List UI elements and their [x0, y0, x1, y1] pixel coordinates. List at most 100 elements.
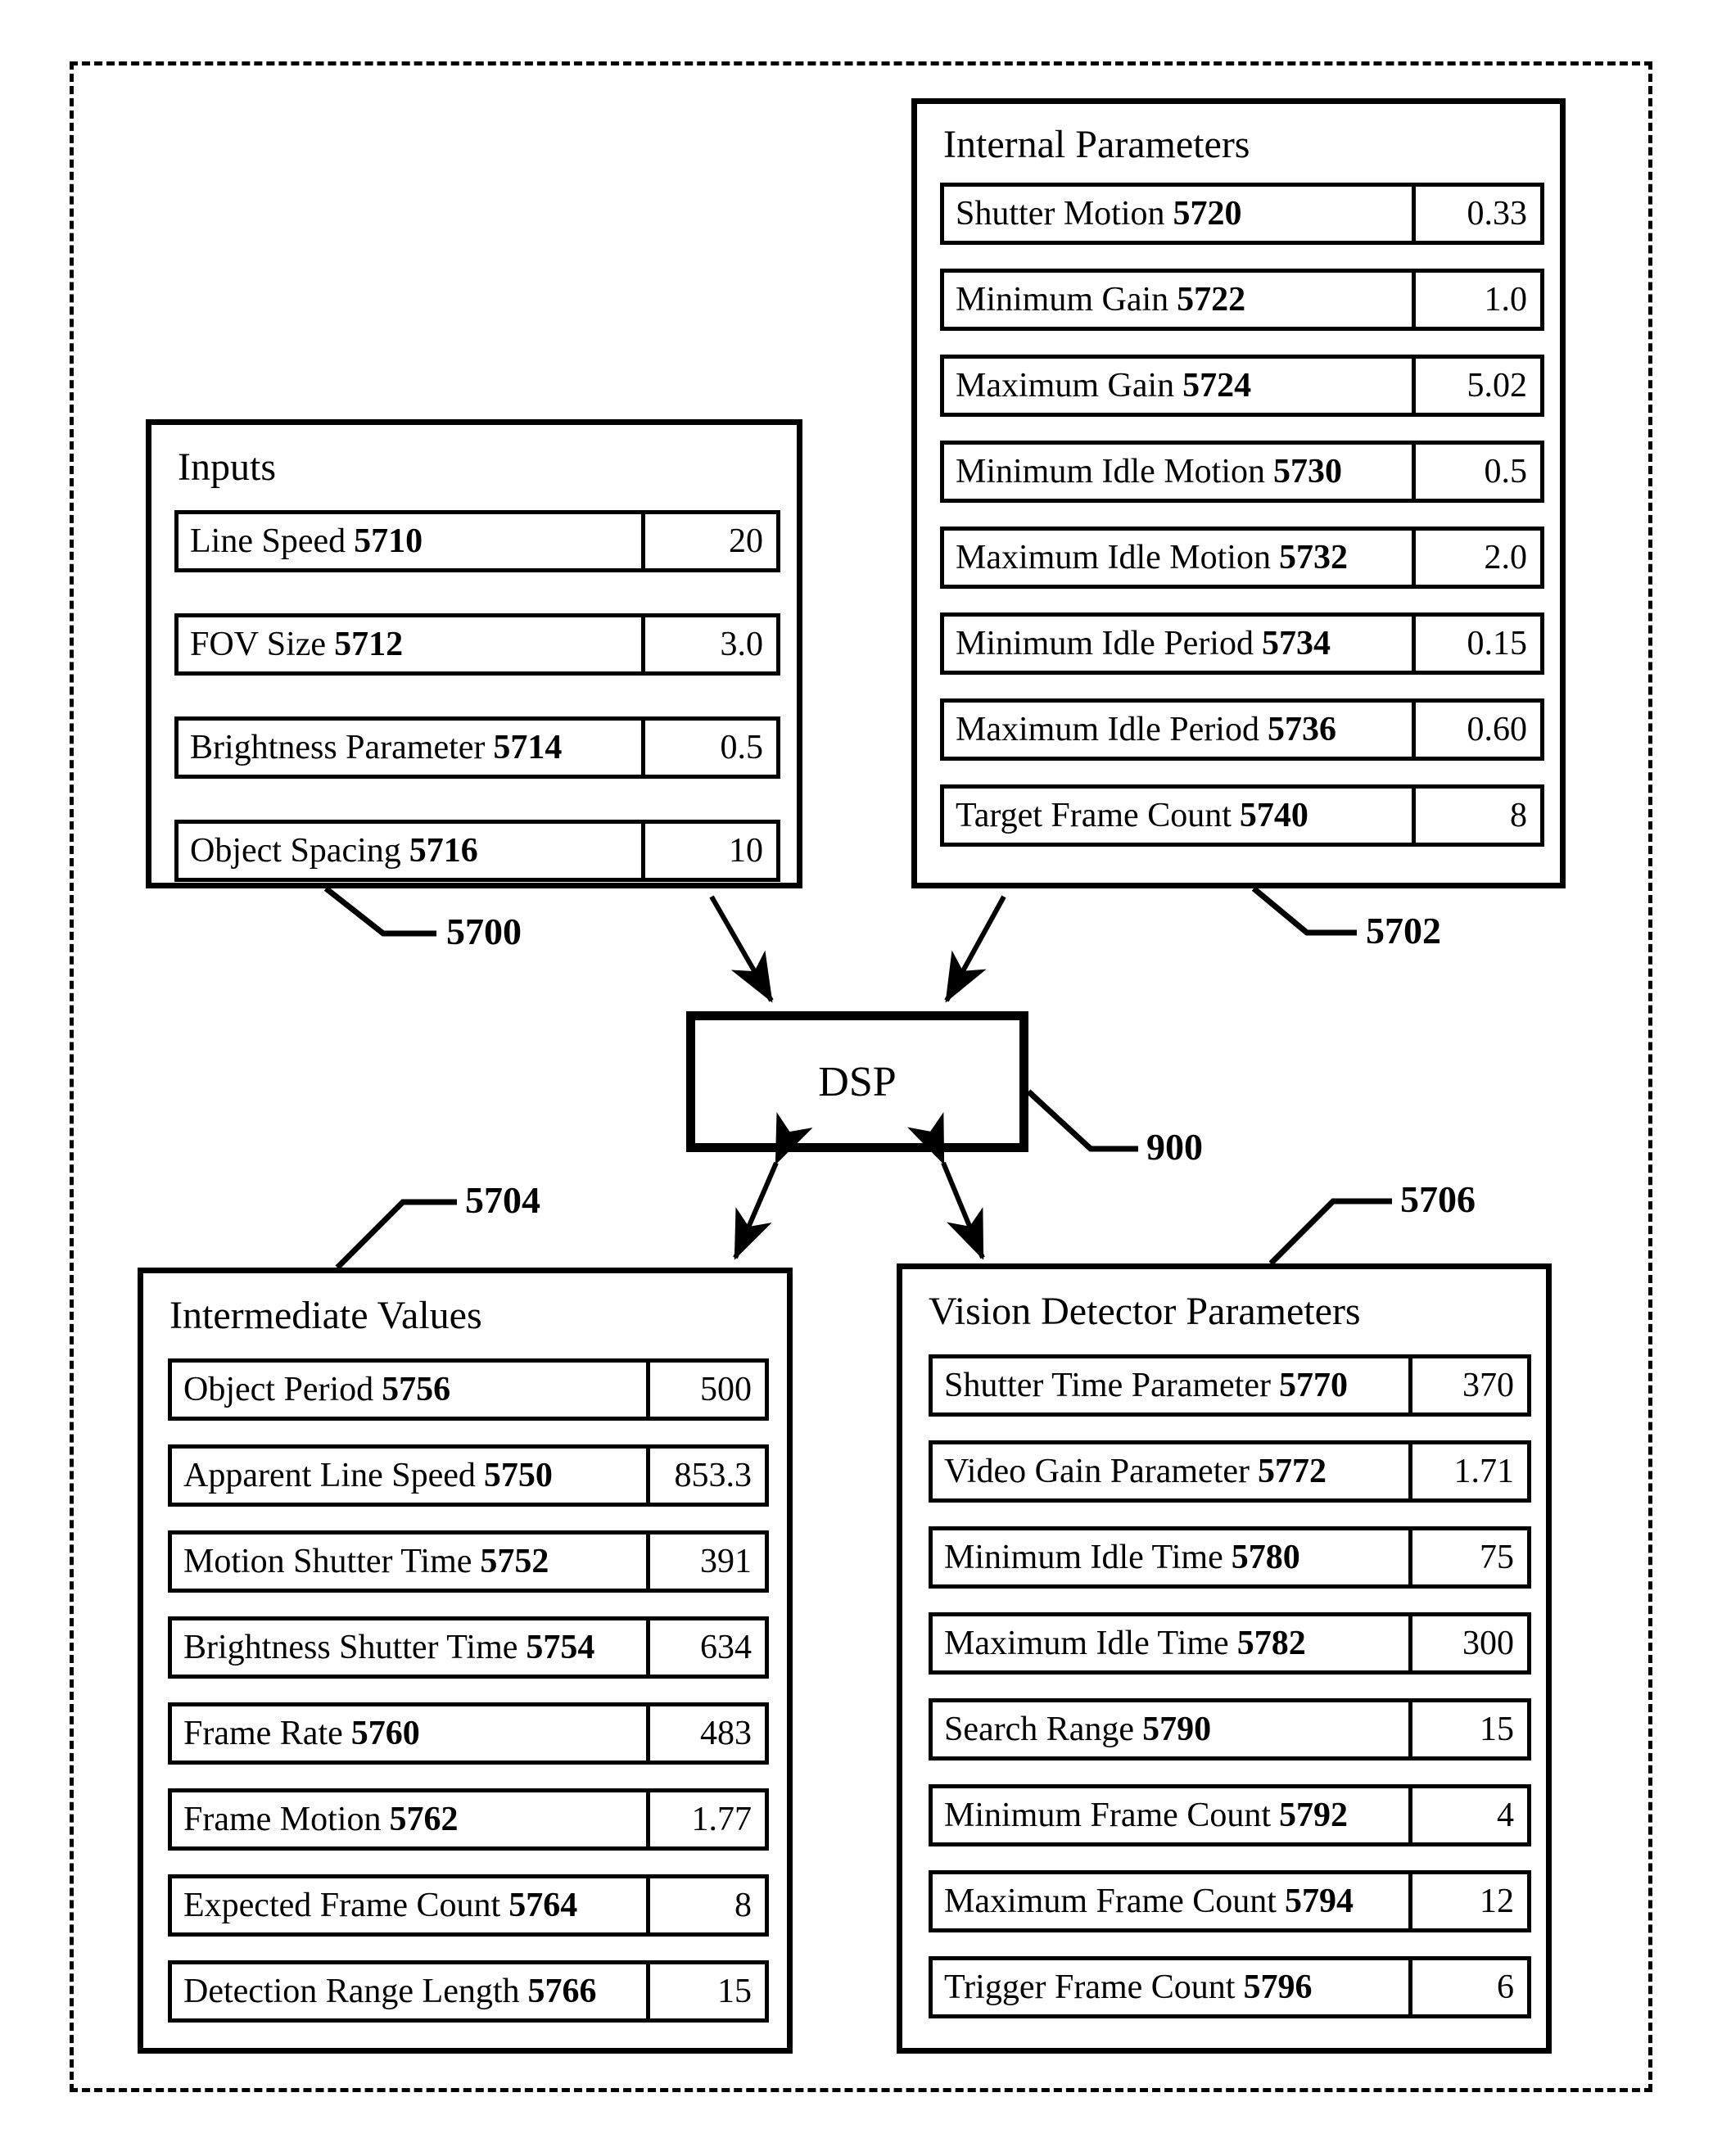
panel-internal-parameters: Internal Parameters Shutter Motion 5720 0.…	[911, 98, 1566, 888]
parameter-ref-numeral: 5724	[1182, 367, 1252, 405]
parameter-ref-numeral: 5792	[1279, 1797, 1348, 1834]
parameter-ref-numeral: 5796	[1243, 1968, 1313, 2006]
parameter-row-label: Maximum Idle Motion 5732	[944, 531, 1416, 585]
parameter-ref-numeral: 5754	[526, 1629, 595, 1666]
panel-vision-detector-parameters: Vision Detector Parameters Shutter Time …	[897, 1263, 1552, 2054]
parameter-row-label: Object Period 5756	[172, 1363, 650, 1417]
parameter-row-label: Maximum Idle Time 5782	[933, 1616, 1412, 1670]
parameter-row-value: 0.5	[1484, 453, 1528, 490]
parameter-row-label: Shutter Time Parameter 5770	[933, 1358, 1412, 1412]
parameter-name: Minimum Idle Time	[944, 1539, 1223, 1576]
parameter-row: Maximum Frame Count 5794 12	[929, 1870, 1531, 1932]
parameter-row-value: 12	[1480, 1883, 1514, 1920]
parameter-row: Frame Motion 5762 1.77	[168, 1788, 769, 1851]
parameter-row-label: Trigger Frame Count 5796	[933, 1960, 1412, 2014]
parameter-row-label: Line Speed 5710	[179, 514, 645, 568]
parameter-row: Minimum Frame Count 5792 4	[929, 1784, 1531, 1846]
parameter-row: Trigger Frame Count 5796 6	[929, 1956, 1531, 2018]
parameter-row-label: Frame Motion 5762	[172, 1792, 650, 1846]
parameter-row: Brightness Shutter Time 5754 634	[168, 1616, 769, 1679]
parameter-name: Maximum Idle Time	[944, 1625, 1229, 1662]
parameter-row-value: 10	[729, 832, 763, 870]
dsp-block-label: DSP	[818, 1058, 897, 1105]
parameter-name: Frame Rate	[183, 1715, 343, 1752]
ref-numeral-5706: 5706	[1400, 1178, 1476, 1220]
panel-inputs-title: Inputs	[178, 445, 276, 489]
parameter-row-label: Brightness Shutter Time 5754	[172, 1620, 650, 1675]
parameter-row: Minimum Idle Period 5734 0.15	[940, 612, 1544, 675]
parameter-ref-numeral: 5730	[1273, 453, 1342, 490]
parameter-row-value: 0.33	[1467, 195, 1528, 233]
parameter-row: Object Spacing 5716 10	[174, 820, 780, 882]
parameter-row-label: Brightness Parameter 5714	[179, 721, 645, 775]
ref-numeral-5702: 5702	[1366, 910, 1441, 951]
parameter-row: FOV Size 5712 3.0	[174, 613, 780, 676]
parameter-row-value: 370	[1462, 1367, 1514, 1404]
parameter-row-label: Frame Rate 5760	[172, 1706, 650, 1761]
parameter-row: Apparent Line Speed 5750 853.3	[168, 1444, 769, 1507]
parameter-ref-numeral: 5736	[1267, 711, 1336, 748]
parameter-name: Motion Shutter Time	[183, 1543, 472, 1580]
parameter-ref-numeral: 5772	[1258, 1453, 1327, 1490]
parameter-row-label: Minimum Idle Period 5734	[944, 617, 1416, 671]
parameter-row-value: 500	[700, 1371, 752, 1408]
parameter-row-value: 3.0	[720, 626, 764, 663]
parameter-name: Maximum Gain	[956, 367, 1175, 405]
parameter-row-value: 6	[1497, 1968, 1514, 2006]
parameter-row-value: 8	[1510, 797, 1527, 834]
parameter-name: Shutter Time Parameter	[944, 1367, 1271, 1404]
parameter-ref-numeral: 5762	[389, 1801, 459, 1838]
parameter-name: FOV Size	[190, 626, 327, 663]
parameter-row-label: Maximum Idle Period 5736	[944, 703, 1416, 757]
parameter-row-value: 300	[1462, 1625, 1514, 1662]
parameter-name: Detection Range Length	[183, 1973, 520, 2010]
parameter-row: Expected Frame Count 5764 8	[168, 1874, 769, 1937]
parameter-ref-numeral: 5756	[382, 1371, 451, 1408]
parameter-name: Expected Frame Count	[183, 1887, 501, 1924]
parameter-row-label: Motion Shutter Time 5752	[172, 1535, 650, 1589]
parameter-row-value: 391	[700, 1543, 752, 1580]
parameter-row-label: Minimum Idle Motion 5730	[944, 445, 1416, 499]
parameter-row: Minimum Gain 5722 1.0	[940, 269, 1544, 331]
parameter-row-label: Minimum Gain 5722	[944, 273, 1416, 327]
parameter-row: Search Range 5790 15	[929, 1698, 1531, 1761]
parameter-name: Maximum Idle Period	[956, 711, 1259, 748]
parameter-row-value: 15	[1480, 1711, 1514, 1748]
ref-numeral-900: 900	[1146, 1126, 1203, 1168]
parameter-ref-numeral: 5752	[480, 1543, 549, 1580]
parameter-ref-numeral: 5766	[527, 1973, 597, 2010]
parameter-name: Shutter Motion	[956, 195, 1165, 233]
parameter-row: Shutter Motion 5720 0.33	[940, 183, 1544, 245]
ref-numeral-5700: 5700	[446, 911, 522, 952]
parameter-row-value: 20	[729, 522, 763, 560]
parameter-name: Minimum Frame Count	[944, 1797, 1271, 1834]
parameter-row: Video Gain Parameter 5772 1.71	[929, 1440, 1531, 1503]
parameter-name: Brightness Shutter Time	[183, 1629, 518, 1666]
parameter-ref-numeral: 5770	[1278, 1367, 1348, 1404]
parameter-ref-numeral: 5790	[1142, 1711, 1212, 1748]
parameter-row-value: 15	[717, 1973, 752, 2010]
parameter-row: Detection Range Length 5766 15	[168, 1960, 769, 2023]
parameter-row-value: 483	[700, 1715, 752, 1752]
parameter-row: Maximum Gain 5724 5.02	[940, 355, 1544, 417]
parameter-name: Minimum Idle Motion	[956, 453, 1265, 490]
parameter-row-value: 853.3	[674, 1457, 753, 1494]
parameter-row: Brightness Parameter 5714 0.5	[174, 716, 780, 779]
parameter-row: Line Speed 5710 20	[174, 510, 780, 572]
parameter-row-label: Search Range 5790	[933, 1702, 1412, 1756]
parameter-row: Object Period 5756 500	[168, 1358, 769, 1421]
parameter-ref-numeral: 5750	[483, 1457, 553, 1494]
parameter-ref-numeral: 5712	[334, 626, 404, 663]
parameter-ref-numeral: 5782	[1236, 1625, 1306, 1662]
panel-intermediate-values-title: Intermediate Values	[169, 1294, 482, 1337]
parameter-row-label: Maximum Gain 5724	[944, 359, 1416, 413]
parameter-row-label: Expected Frame Count 5764	[172, 1878, 650, 1932]
parameter-name: Brightness Parameter	[190, 729, 486, 766]
parameter-ref-numeral: 5794	[1284, 1883, 1354, 1920]
parameter-ref-numeral: 5734	[1261, 625, 1331, 662]
parameter-row: Shutter Time Parameter 5770 370	[929, 1354, 1531, 1417]
parameter-ref-numeral: 5710	[354, 522, 423, 560]
panel-intermediate-values: Intermediate Values Object Period 5756 500…	[138, 1268, 793, 2054]
parameter-row-value: 0.5	[720, 729, 764, 766]
parameter-row: Maximum Idle Period 5736 0.60	[940, 698, 1544, 761]
